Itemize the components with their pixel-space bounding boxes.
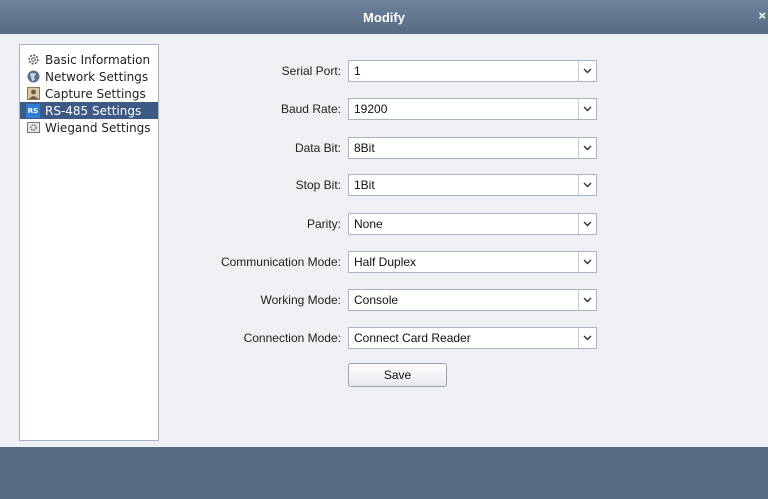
connection-mode-row: Connection Mode: Connect Card Reader (0, 327, 768, 349)
serial-port-row: Serial Port: 1 (0, 60, 768, 82)
rs485-form: Serial Port: 1 Baud Rate: 19200 Data Bit… (0, 34, 768, 447)
communication-mode-select[interactable]: Half Duplex (348, 251, 597, 273)
connection-mode-value: Connect Card Reader (354, 331, 471, 345)
baud-rate-select[interactable]: 19200 (348, 98, 597, 120)
data-bit-row: Data Bit: 8Bit (0, 137, 768, 159)
working-mode-value: Console (354, 293, 399, 307)
footer-bar (0, 447, 768, 499)
serial-port-label: Serial Port: (281, 64, 341, 78)
serial-port-select[interactable]: 1 (348, 60, 597, 82)
chevron-down-icon[interactable] (578, 328, 596, 348)
stop-bit-label: Stop Bit: (295, 178, 341, 192)
chevron-down-icon[interactable] (578, 252, 596, 272)
parity-value: None (354, 217, 383, 231)
serial-port-value: 1 (354, 64, 361, 78)
stop-bit-select[interactable]: 1Bit (348, 174, 597, 196)
window-title: Modify (363, 9, 405, 25)
baud-rate-label: Baud Rate: (280, 102, 341, 116)
chevron-down-icon[interactable] (578, 290, 596, 310)
parity-row: Parity: None (0, 213, 768, 235)
data-bit-select[interactable]: 8Bit (348, 137, 597, 159)
stop-bit-row: Stop Bit: 1Bit (0, 174, 768, 196)
baud-rate-row: Baud Rate: 19200 (0, 98, 768, 120)
chevron-down-icon[interactable] (578, 175, 596, 195)
chevron-down-icon[interactable] (578, 138, 596, 158)
baud-rate-value: 19200 (354, 102, 388, 116)
close-icon[interactable]: × (758, 9, 766, 23)
communication-mode-row: Communication Mode: Half Duplex (0, 251, 768, 273)
communication-mode-value: Half Duplex (354, 255, 417, 269)
communication-mode-label: Communication Mode: (220, 255, 341, 269)
stop-bit-value: 1Bit (354, 178, 375, 192)
working-mode-label: Working Mode: (260, 293, 341, 307)
working-mode-row: Working Mode: Console (0, 289, 768, 311)
dialog-content: Basic Information Network Settings Captu… (0, 34, 768, 447)
chevron-down-icon[interactable] (578, 99, 596, 119)
parity-select[interactable]: None (348, 213, 597, 235)
chevron-down-icon[interactable] (578, 61, 596, 81)
data-bit-label: Data Bit: (294, 141, 341, 155)
connection-mode-label: Connection Mode: (243, 331, 341, 345)
save-button[interactable]: Save (348, 363, 447, 387)
data-bit-value: 8Bit (354, 141, 375, 155)
title-bar: Modify × (0, 0, 768, 34)
working-mode-select[interactable]: Console (348, 289, 597, 311)
parity-label: Parity: (306, 217, 341, 231)
chevron-down-icon[interactable] (578, 214, 596, 234)
connection-mode-select[interactable]: Connect Card Reader (348, 327, 597, 349)
